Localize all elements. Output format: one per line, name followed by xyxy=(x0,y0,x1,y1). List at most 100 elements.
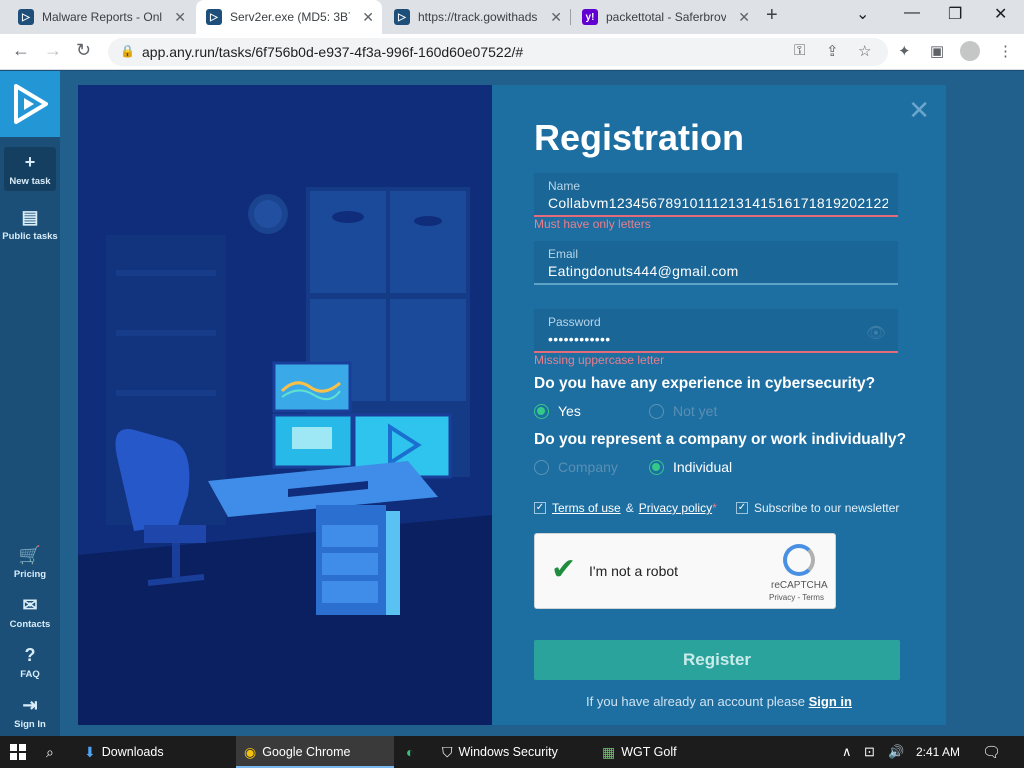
key-icon[interactable]: ⚿ xyxy=(794,42,805,59)
register-button[interactable]: Register xyxy=(534,640,900,680)
sidebar: + New task ▤ Public tasks 🛒 Pricing ✉ Co… xyxy=(0,71,60,736)
signin-link[interactable]: Sign in xyxy=(809,694,852,709)
tab-search-icon[interactable]: ⌄ xyxy=(856,4,869,24)
close-tab-icon[interactable]: ✕ xyxy=(738,9,750,26)
search-button[interactable]: ⌕ xyxy=(46,736,60,768)
forward-button[interactable]: → xyxy=(44,40,62,61)
email-input[interactable]: Eatingdonuts444@gmail.com xyxy=(548,263,888,279)
captcha-label: I'm not a robot xyxy=(589,563,679,579)
download-arrow-icon: ⬇ xyxy=(84,743,96,760)
privacy-link[interactable]: Privacy policy xyxy=(639,501,712,515)
tab-track-gowithads[interactable]: ▷ https://track.gowithads ✕ xyxy=(384,0,570,34)
tab-separator xyxy=(570,9,571,25)
taskbar-windows-security[interactable]: ⛉ Windows Security xyxy=(434,736,592,768)
minimize-button[interactable]: — xyxy=(904,4,920,22)
password-error: Missing uppercase letter xyxy=(534,353,665,367)
bookmark-star-icon[interactable]: ☆ xyxy=(858,42,871,60)
name-field[interactable]: Name Collabvm123456789101112131415161718… xyxy=(534,173,898,217)
password-input[interactable]: •••••••••••• xyxy=(548,331,888,347)
terms-checkbox[interactable]: ✓ Terms of use & Privacy policy * xyxy=(534,501,717,515)
chrome-icon: ◉ xyxy=(244,743,257,760)
email-field[interactable]: Email Eatingdonuts444@gmail.com xyxy=(534,241,898,285)
sidebar-item-contacts[interactable]: ✉ Contacts xyxy=(0,595,60,630)
signin-prompt-text: If you have already an account please xyxy=(586,694,805,709)
password-label: Password xyxy=(548,315,601,329)
profile-avatar[interactable] xyxy=(960,41,980,61)
new-tab-button[interactable]: + xyxy=(766,4,778,27)
volume-icon[interactable]: 🔊 xyxy=(888,736,904,768)
sidebar-item-label: Sign In xyxy=(14,719,46,730)
tray-chevron-icon[interactable]: ∧ xyxy=(842,736,852,768)
anyrun-favicon-icon: ▷ xyxy=(18,9,34,25)
close-icon[interactable]: ✕ xyxy=(908,95,930,126)
windows-logo-icon xyxy=(10,744,26,760)
radio-label: Not yet xyxy=(673,403,718,419)
taskbar-downloads[interactable]: ⬇ Downloads xyxy=(76,736,234,768)
tab-malware-reports[interactable]: ▷ Malware Reports - Onl ✕ xyxy=(8,0,194,34)
close-tab-icon[interactable]: ✕ xyxy=(174,9,186,26)
name-error: Must have only letters xyxy=(534,217,651,231)
search-icon: ⌕ xyxy=(46,743,54,760)
radio-individual[interactable]: Individual xyxy=(649,459,732,475)
sidebar-item-sign-in[interactable]: ⇥ Sign In xyxy=(0,695,60,730)
recaptcha-links[interactable]: Privacy - Terms xyxy=(769,593,824,602)
sidebar-item-label: Pricing xyxy=(13,569,47,580)
address-bar[interactable]: 🔒 app.any.run/tasks/6f756b0d-e937-4f3a-9… xyxy=(108,38,888,66)
extensions-icon[interactable]: ✦ xyxy=(898,42,911,60)
newsletter-checkbox[interactable]: ✓ Subscribe to our newsletter xyxy=(736,501,899,515)
terms-link[interactable]: Terms of use xyxy=(552,501,621,515)
network-icon[interactable]: ⊡ xyxy=(864,736,875,768)
tab-title: packettotal - Saferbrov xyxy=(606,10,726,24)
menu-kebab-icon[interactable]: ⋮ xyxy=(998,42,1013,60)
radio-company[interactable]: Company xyxy=(534,459,618,475)
close-tab-icon[interactable]: ✕ xyxy=(362,9,374,26)
close-window-button[interactable]: ✕ xyxy=(994,4,1007,24)
close-tab-icon[interactable]: ✕ xyxy=(550,9,562,26)
url-text[interactable]: app.any.run/tasks/6f756b0d-e937-4f3a-996… xyxy=(142,44,523,60)
browser-tab-strip: ▷ Malware Reports - Onl ✕ ▷ Serv2er.exe … xyxy=(0,0,1024,34)
radio-yes[interactable]: Yes xyxy=(534,403,581,419)
password-field[interactable]: Password •••••••••••• 👁 xyxy=(534,309,898,353)
edge-icon: ◐ xyxy=(406,744,415,760)
recaptcha-widget[interactable]: ✔ I'm not a robot reCAPTCHA Privacy - Te… xyxy=(534,533,836,609)
anyrun-logo[interactable] xyxy=(0,71,60,137)
notifications-icon[interactable]: 🗨 xyxy=(982,736,1001,768)
start-button[interactable] xyxy=(10,736,26,768)
registration-form: ✕ Registration Name Collabvm123456789101… xyxy=(492,85,946,725)
sidebar-item-faq[interactable]: ? FAQ xyxy=(0,645,60,680)
radio-label: Yes xyxy=(558,403,581,419)
side-panel-icon[interactable]: ▣ xyxy=(930,42,944,60)
ampersand-text: & xyxy=(625,501,634,515)
eye-icon[interactable]: 👁 xyxy=(866,323,886,343)
taskbar-clock[interactable]: 2:41 AM xyxy=(916,745,960,759)
sidebar-item-public-tasks[interactable]: ▤ Public tasks xyxy=(0,207,60,242)
tab-title: https://track.gowithads xyxy=(418,10,538,24)
workspace-illustration xyxy=(78,85,492,725)
checkmark-icon: ✓ xyxy=(534,502,546,514)
sidebar-item-pricing[interactable]: 🛒 Pricing xyxy=(0,545,60,580)
recaptcha-brand: reCAPTCHA xyxy=(771,580,828,591)
taskbar-wgt-golf[interactable]: ▦ WGT Golf xyxy=(594,736,752,768)
tab-packettotal[interactable]: y! packettotal - Saferbrov ✕ xyxy=(572,0,758,34)
restore-button[interactable]: ❐ xyxy=(948,4,962,24)
taskbar-edge[interactable]: ◐ xyxy=(396,736,426,768)
envelope-icon: ✉ xyxy=(22,595,38,615)
radio-not-yet[interactable]: Not yet xyxy=(649,403,717,419)
back-button[interactable]: ← xyxy=(12,40,30,61)
name-input[interactable]: Collabvm12345678910111213141516171819202… xyxy=(548,195,888,211)
taskbar-google-chrome[interactable]: ◉ Google Chrome xyxy=(236,736,394,768)
sidebar-item-label: FAQ xyxy=(20,669,40,680)
taskbar-label: Windows Security xyxy=(458,745,558,759)
taskbar-label: Downloads xyxy=(101,745,164,759)
checkmark-icon[interactable]: ✔ xyxy=(551,552,576,587)
tab-serv2er[interactable]: ▷ Serv2er.exe (MD5: 3B7 ✕ xyxy=(196,0,382,34)
sidebar-item-new-task[interactable]: + New task xyxy=(4,147,56,191)
anyrun-logo-icon xyxy=(14,84,48,124)
lock-icon[interactable]: 🔒 xyxy=(120,44,135,58)
radio-unselected-icon xyxy=(649,403,664,419)
shield-icon: ⛉ xyxy=(442,743,453,760)
share-icon[interactable]: ⇪ xyxy=(826,42,839,60)
radio-label: Individual xyxy=(673,459,733,475)
reload-button[interactable]: ↻ xyxy=(76,40,91,61)
email-label: Email xyxy=(548,247,579,261)
